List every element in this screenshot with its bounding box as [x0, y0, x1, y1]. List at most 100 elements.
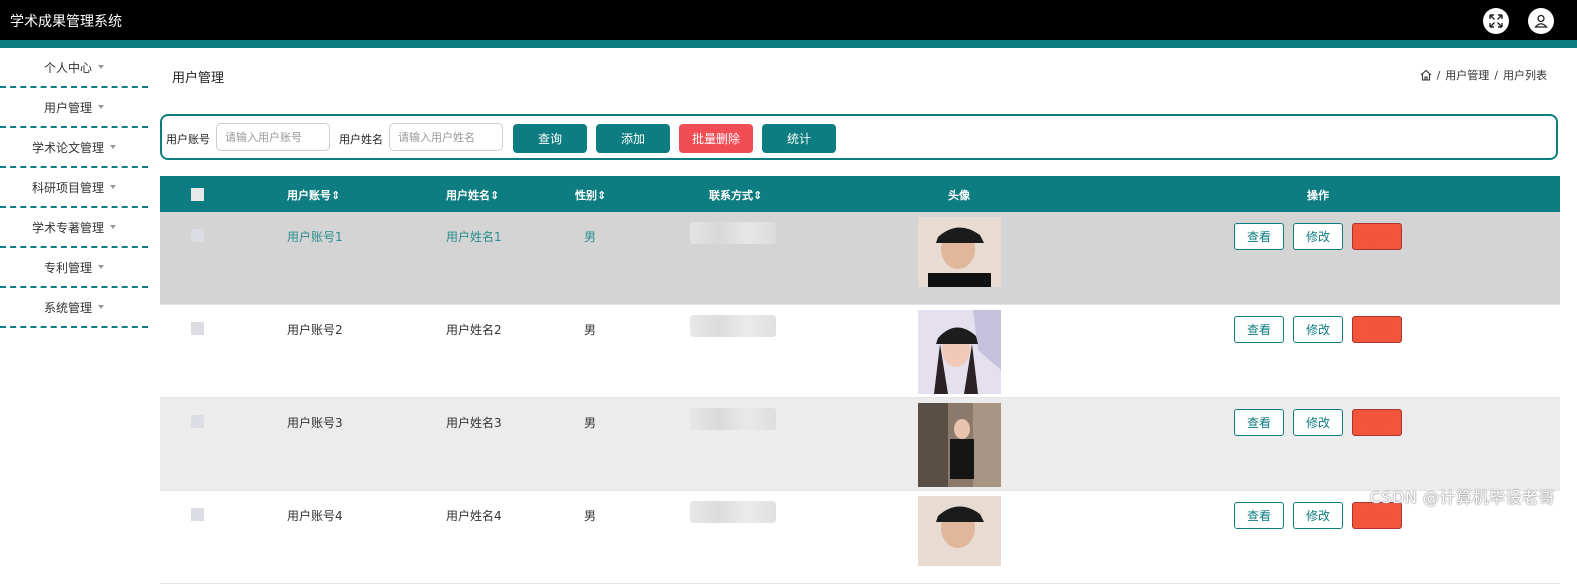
- sidebar-item-personal-center[interactable]: 个人中心: [0, 48, 148, 88]
- account-search-input[interactable]: [216, 123, 330, 151]
- row-checkbox[interactable]: [191, 415, 204, 428]
- cell-gender: 男: [584, 323, 597, 337]
- sidebar-item-patents[interactable]: 专利管理: [0, 248, 148, 288]
- avatar: [918, 496, 1001, 566]
- account-label: 用户账号: [166, 133, 210, 146]
- view-button[interactable]: 查看: [1234, 409, 1284, 436]
- avatar: [918, 403, 1001, 487]
- delete-button[interactable]: 删除: [1352, 316, 1402, 343]
- sort-icon[interactable]: ⇕: [597, 189, 606, 202]
- view-button[interactable]: 查看: [1234, 223, 1284, 250]
- header-contact[interactable]: 联系方式⇕: [709, 187, 762, 203]
- sidebar: 个人中心 用户管理 学术论文管理 科研项目管理 学术专著管理 专利管理 系统管理: [0, 48, 148, 328]
- name-search-input[interactable]: [389, 123, 503, 151]
- header-label: 联系方式: [709, 189, 753, 202]
- user-glyph: [1534, 14, 1548, 28]
- caret-down-icon: [98, 265, 104, 269]
- edit-button[interactable]: 修改: [1293, 223, 1343, 250]
- header-label: 性别: [575, 189, 597, 202]
- sidebar-item-projects[interactable]: 科研项目管理: [0, 168, 148, 208]
- add-button[interactable]: 添加: [596, 124, 670, 153]
- search-panel: 用户账号 用户姓名 查询 添加 批量删除 统计: [160, 114, 1558, 160]
- cell-gender: 男: [584, 416, 597, 430]
- edit-button[interactable]: 修改: [1293, 409, 1343, 436]
- sort-icon[interactable]: ⇕: [331, 189, 340, 202]
- cell-name: 用户姓名2: [446, 323, 502, 337]
- sort-icon[interactable]: ⇕: [753, 189, 762, 202]
- cell-account: 用户账号1: [287, 230, 343, 244]
- stats-button[interactable]: 统计: [762, 124, 836, 153]
- breadcrumb-separator: /: [1494, 68, 1498, 82]
- row-checkbox[interactable]: [191, 229, 204, 242]
- top-header: 学术成果管理系统: [0, 0, 1577, 40]
- home-icon[interactable]: [1420, 69, 1432, 81]
- sidebar-item-papers[interactable]: 学术论文管理: [0, 128, 148, 168]
- caret-down-icon: [110, 185, 116, 189]
- avatar-image: [918, 403, 1001, 487]
- avatar: [918, 217, 1001, 287]
- batch-delete-button[interactable]: 批量删除: [679, 124, 753, 153]
- name-label: 用户姓名: [339, 133, 383, 146]
- avatar-image: [918, 310, 1001, 394]
- fullscreen-glyph: [1489, 14, 1503, 28]
- user-table: 用户账号⇕ 用户姓名⇕ 性别⇕ 联系方式⇕ 头像 操作 用户账号1 用户姓名1 男查…: [160, 176, 1560, 584]
- sidebar-item-label: 系统管理: [43, 300, 92, 315]
- sidebar-item-label: 学术专著管理: [31, 220, 104, 235]
- table-row[interactable]: 用户账号3 用户姓名3 男 查看 修改 删除: [160, 398, 1560, 491]
- page-title: 用户管理: [172, 71, 225, 86]
- avatar: [918, 310, 1001, 394]
- user-icon[interactable]: [1528, 8, 1554, 34]
- watermark: CSDN @计算机毕设老哥: [1369, 488, 1555, 507]
- header-accent-strip: [0, 40, 1577, 48]
- select-all-checkbox[interactable]: [191, 188, 204, 201]
- sort-icon[interactable]: ⇕: [490, 189, 499, 202]
- cell-account: 用户账号3: [287, 416, 343, 430]
- delete-button[interactable]: 删除: [1352, 409, 1402, 436]
- sidebar-item-system[interactable]: 系统管理: [0, 288, 148, 328]
- caret-down-icon: [98, 65, 104, 69]
- sidebar-item-user-management[interactable]: 用户管理: [0, 88, 148, 128]
- table-body: 用户账号1 用户姓名1 男查看 修改 删除 用户账号2 用户姓名2 男查看 修改 删除 用户账号3 用…: [160, 212, 1560, 584]
- row-checkbox[interactable]: [191, 322, 204, 335]
- sidebar-item-label: 学术论文管理: [31, 140, 104, 155]
- caret-down-icon: [110, 225, 116, 229]
- breadcrumb-user-list: 用户列表: [1503, 69, 1547, 82]
- sidebar-item-label: 专利管理: [43, 260, 92, 275]
- cell-contact-blurred: [690, 315, 776, 337]
- sidebar-item-label: 科研项目管理: [31, 180, 104, 195]
- cell-contact-blurred: [690, 501, 776, 523]
- app-title: 学术成果管理系统: [10, 14, 122, 30]
- caret-down-icon: [98, 105, 104, 109]
- caret-down-icon: [98, 305, 104, 309]
- breadcrumb: / 用户管理 / 用户列表: [1420, 67, 1547, 83]
- breadcrumb-user-management[interactable]: 用户管理: [1445, 67, 1489, 83]
- edit-button[interactable]: 修改: [1293, 316, 1343, 343]
- cell-name: 用户姓名3: [446, 416, 502, 430]
- table-row[interactable]: 用户账号4 用户姓名4 男查看 修改 删除: [160, 491, 1560, 584]
- header-actions: 操作: [1307, 189, 1329, 202]
- delete-button[interactable]: 删除: [1352, 223, 1402, 250]
- header-gender[interactable]: 性别⇕: [575, 187, 606, 203]
- cell-name: 用户姓名1: [446, 230, 502, 244]
- cell-account: 用户账号2: [287, 323, 343, 337]
- table-row[interactable]: 用户账号1 用户姓名1 男 查看 修改 删除: [160, 212, 1560, 305]
- header-account[interactable]: 用户账号⇕: [287, 187, 340, 203]
- row-checkbox[interactable]: [191, 508, 204, 521]
- header-avatar: 头像: [948, 189, 970, 202]
- view-button[interactable]: 查看: [1234, 316, 1284, 343]
- cell-contact-blurred: [690, 408, 776, 430]
- table-header: 用户账号⇕ 用户姓名⇕ 性别⇕ 联系方式⇕ 头像 操作: [160, 176, 1560, 212]
- avatar-image: [918, 217, 1001, 287]
- sidebar-item-label: 用户管理: [43, 100, 92, 115]
- sidebar-item-monographs[interactable]: 学术专著管理: [0, 208, 148, 248]
- table-row[interactable]: 用户账号2 用户姓名2 男 查看 修改 删除: [160, 305, 1560, 398]
- cell-contact-blurred: [690, 222, 776, 244]
- header-label: 用户账号: [287, 189, 331, 202]
- sidebar-item-label: 个人中心: [43, 60, 92, 75]
- cell-gender: 男: [584, 230, 597, 244]
- caret-down-icon: [110, 145, 116, 149]
- header-name[interactable]: 用户姓名⇕: [446, 187, 499, 203]
- fullscreen-icon[interactable]: [1483, 8, 1509, 34]
- query-button[interactable]: 查询: [513, 124, 587, 153]
- avatar-image: [918, 496, 1001, 566]
